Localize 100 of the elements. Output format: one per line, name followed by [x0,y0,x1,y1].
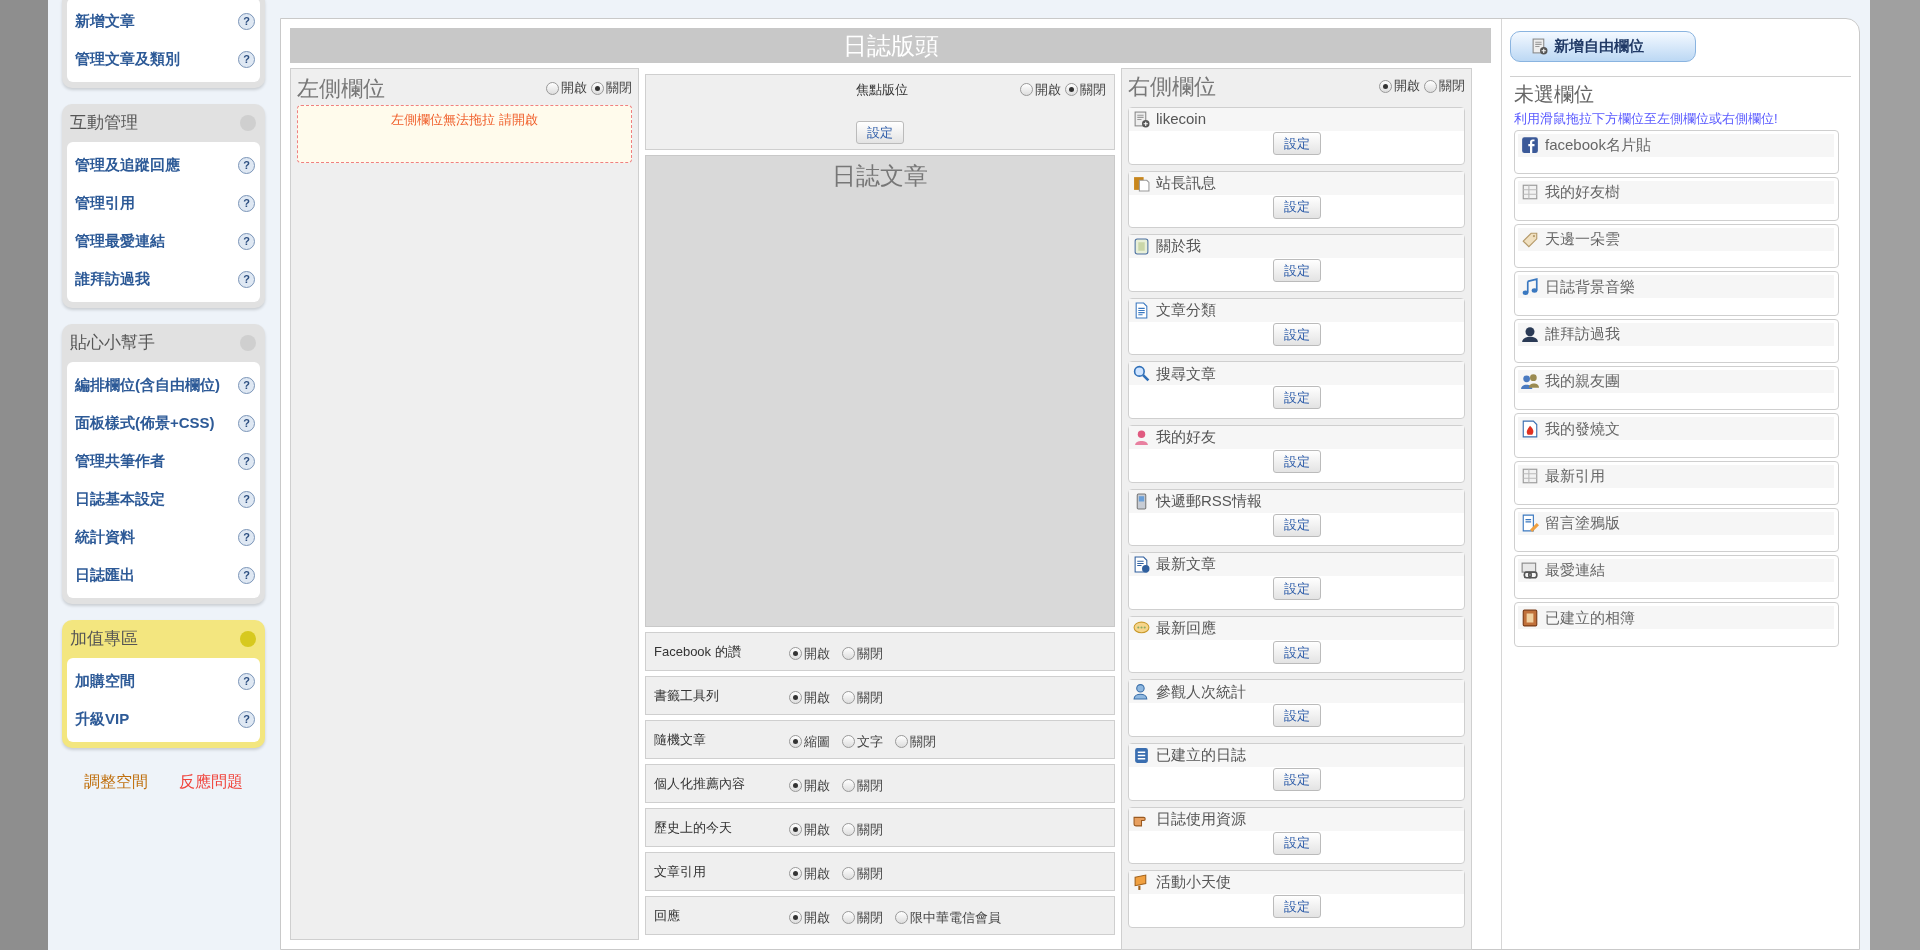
settings-button[interactable]: 設定 [1272,513,1321,537]
radio-option[interactable]: 開啟 [1020,80,1061,100]
settings-button[interactable]: 設定 [856,121,904,144]
sidebar-link[interactable]: 加購空間 [75,669,135,693]
clipboard-icon [1133,174,1150,192]
help-icon[interactable]: ? [238,194,255,212]
radio-option[interactable]: 關閉 [1424,76,1465,96]
widget-card[interactable]: facebook名片貼 [1514,129,1839,174]
radio-option[interactable]: 關閉 [895,732,936,752]
widget-card[interactable]: 搜尋文章 設定 [1128,361,1465,419]
sidebar-link[interactable]: 管理及追蹤回應 [75,153,180,177]
chain-link-icon [1521,561,1539,580]
settings-button[interactable]: 設定 [1272,195,1321,219]
help-icon[interactable]: ? [238,710,255,728]
help-icon[interactable]: ? [238,376,255,394]
widget-label: 天邊一朵雲 [1545,229,1620,250]
widget-card[interactable]: 活動小天使 設定 [1128,870,1465,928]
sidebar-link[interactable]: 新增文章 [75,9,135,33]
sidebar-link[interactable]: 管理引用 [75,191,135,215]
widget-label: 我的好友 [1156,427,1216,448]
radio-option[interactable]: 文字 [842,732,883,752]
help-icon[interactable]: ? [238,490,255,508]
settings-button[interactable]: 設定 [1272,895,1321,919]
radio-option[interactable]: 縮圖 [789,732,830,752]
help-icon[interactable]: ? [238,12,255,30]
radio-option[interactable]: 開啟 [789,776,830,796]
add-custom-column-button[interactable]: 新增自由欄位 [1510,31,1696,62]
radio-option[interactable]: 開啟 [546,78,587,98]
widget-card[interactable]: likecoin 設定 [1128,107,1465,165]
radio-option[interactable]: 開啟 [789,864,830,884]
settings-button[interactable]: 設定 [1272,386,1321,410]
widget-card[interactable]: 我的親友團 [1514,366,1839,411]
radio-option[interactable]: 關閉 [591,78,632,98]
widget-card[interactable]: 最新引用 [1514,460,1839,505]
search-icon [1133,365,1150,383]
settings-button[interactable]: 設定 [1272,640,1321,664]
column-title: 左側欄位 [297,74,385,103]
widget-card[interactable]: 我的好友 設定 [1128,424,1465,483]
settings-button[interactable]: 設定 [1272,259,1321,283]
sidebar-link[interactable]: 日誌基本設定 [75,487,165,511]
widget-label: facebook名片貼 [1545,134,1651,155]
widget-card[interactable]: 我的好友樹 [1514,176,1839,222]
help-icon[interactable]: ? [238,50,255,68]
help-icon[interactable]: ? [238,270,255,288]
widget-card[interactable]: 關於我 設定 [1128,234,1465,292]
radio-option[interactable]: 關閉 [1065,80,1106,100]
radio-option[interactable]: 關閉 [842,908,883,928]
widget-card[interactable]: 最愛連結 [1514,555,1839,600]
help-icon[interactable]: ? [238,672,255,690]
widget-card[interactable]: 日誌背景音樂 [1514,271,1839,316]
settings-button[interactable]: 設定 [1272,577,1321,601]
section-title: 未選欄位 [1513,82,1595,107]
radio-option[interactable]: 關閉 [842,776,883,796]
radio-option[interactable]: 關閉 [842,644,883,664]
settings-button[interactable]: 設定 [1272,704,1321,728]
sidebar-link[interactable]: 管理最愛連結 [75,229,165,253]
sidebar-link[interactable]: 升級VIP [75,707,130,731]
widget-card[interactable]: 站長訊息 設定 [1128,170,1465,229]
widget-card[interactable]: 日誌使用資源 設定 [1128,806,1465,865]
sidebar-link[interactable]: 管理文章及類別 [75,47,180,71]
settings-button[interactable]: 設定 [1272,767,1321,791]
sidebar-link[interactable]: 面板樣式(佈景+CSS) [75,411,215,435]
help-icon[interactable]: ? [238,232,255,250]
radio-option[interactable]: 關閉 [842,688,883,708]
widget-card[interactable]: 參觀人次統計 設定 [1128,679,1465,737]
help-icon[interactable]: ? [238,452,255,470]
widget-card[interactable]: 已建立的相簿 [1514,602,1839,647]
sidebar-link[interactable]: 誰拜訪過我 [75,267,150,291]
help-icon[interactable]: ? [238,528,255,546]
widget-card[interactable]: 快遞郵RSS情報 設定 [1128,488,1465,547]
list-icon [1133,746,1150,764]
widget-card[interactable]: 我的發燒文 [1514,413,1839,458]
widget-card[interactable]: 文章分類 設定 [1128,297,1465,356]
radio-option[interactable]: 開啟 [789,688,830,708]
help-icon[interactable]: ? [238,414,255,432]
settings-button[interactable]: 設定 [1272,831,1321,855]
setting-label: 個人化推薦內容 [654,775,746,793]
radio-option[interactable]: 關閉 [842,864,883,884]
radio-option[interactable]: 關閉 [842,820,883,840]
widget-card[interactable]: 天邊一朵雲 [1514,224,1839,269]
widget-card[interactable]: 最新文章 設定 [1128,552,1465,610]
sidebar-link[interactable]: 管理共筆作者 [75,449,165,473]
widget-card[interactable]: 最新回應 設定 [1128,615,1465,674]
settings-button[interactable]: 設定 [1272,132,1321,155]
radio-option[interactable]: 開啟 [1379,76,1420,96]
help-icon[interactable]: ? [238,156,255,174]
sidebar-link[interactable]: 編排欄位(含自由欄位) [75,373,220,397]
widget-label: 站長訊息 [1156,172,1216,193]
sidebar-link[interactable]: 日誌匯出 [75,563,135,587]
widget-card[interactable]: 已建立的日誌 設定 [1128,742,1465,801]
settings-button[interactable]: 設定 [1272,449,1321,473]
radio-option[interactable]: 開啟 [789,644,830,664]
help-icon[interactable]: ? [238,566,255,584]
radio-option[interactable]: 限中華電信會員 [895,908,1001,928]
radio-option[interactable]: 開啟 [789,908,830,928]
settings-button[interactable]: 設定 [1272,322,1321,346]
widget-card[interactable]: 誰拜訪過我 [1514,318,1839,363]
sidebar-link[interactable]: 統計資料 [75,525,135,549]
radio-option[interactable]: 開啟 [789,820,830,840]
widget-card[interactable]: 留言塗鴉版 [1514,507,1839,553]
